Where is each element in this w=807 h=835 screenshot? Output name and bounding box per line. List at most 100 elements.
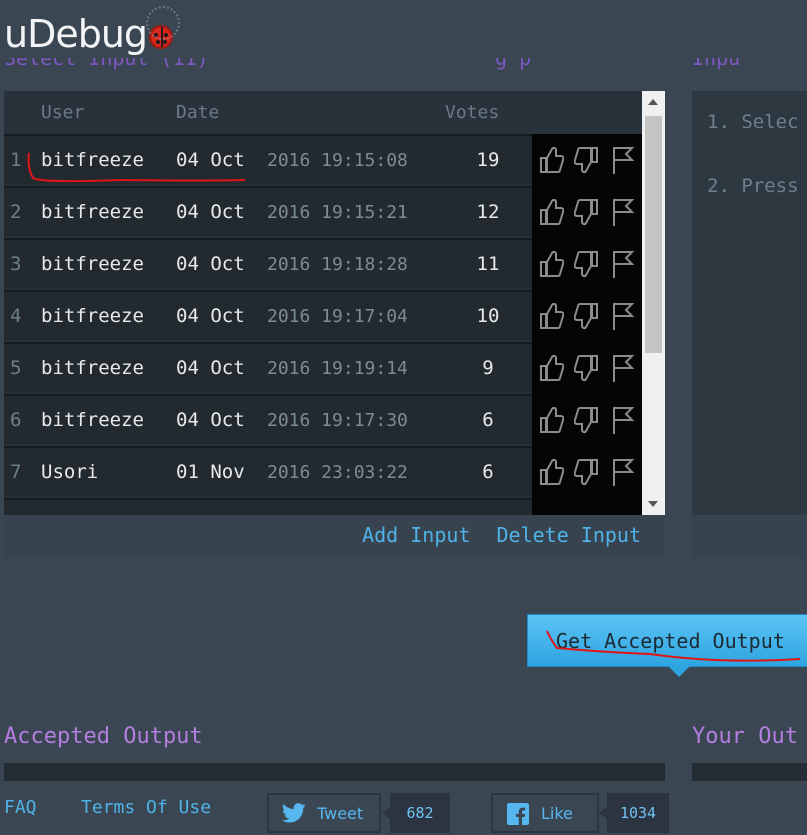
flag-icon[interactable] bbox=[610, 197, 636, 227]
row-date-time: 2016 19:15:08 bbox=[267, 150, 408, 171]
input-textarea[interactable]: 1. Selec 2. Press bbox=[692, 91, 807, 515]
delete-input-link[interactable]: Delete Input bbox=[497, 523, 642, 547]
header-user[interactable]: User bbox=[41, 102, 84, 123]
vote-icon-group bbox=[538, 145, 638, 179]
input-editor-panel: 1. Selec 2. Press bbox=[692, 91, 807, 558]
thumbs-up-icon[interactable] bbox=[538, 249, 564, 279]
row-date-day: 04 Oct bbox=[176, 201, 245, 223]
thumbs-down-icon[interactable] bbox=[574, 353, 600, 383]
tweet-count: 682 bbox=[382, 793, 450, 833]
header-votes[interactable]: Votes bbox=[445, 102, 499, 123]
row-user: bitfreeze bbox=[41, 149, 144, 171]
thumbs-up-icon[interactable] bbox=[538, 457, 564, 487]
thumbs-up-icon[interactable] bbox=[538, 405, 564, 435]
like-count: 1034 bbox=[599, 793, 669, 833]
row-date-day: 04 Oct bbox=[176, 149, 245, 171]
row-number: 1 bbox=[10, 149, 22, 171]
vote-icon-group bbox=[538, 249, 638, 283]
row-user: bitfreeze bbox=[41, 409, 144, 431]
facebook-like-button[interactable]: Like bbox=[491, 793, 599, 833]
flag-icon[interactable] bbox=[610, 457, 636, 487]
accepted-output-box[interactable] bbox=[4, 763, 665, 781]
row-date-time: 2016 19:19:14 bbox=[267, 358, 408, 379]
flag-icon[interactable] bbox=[610, 249, 636, 279]
table-scrollbar[interactable] bbox=[642, 91, 665, 515]
faq-link[interactable]: FAQ bbox=[4, 797, 37, 818]
row-date-time: 2016 23:03:22 bbox=[267, 462, 408, 483]
scroll-down-arrow-icon[interactable] bbox=[648, 501, 658, 507]
like-label: Like bbox=[541, 804, 573, 823]
thumbs-up-icon[interactable] bbox=[538, 301, 564, 331]
table-row-partial bbox=[4, 498, 532, 515]
row-date-time: 2016 19:18:28 bbox=[267, 254, 408, 275]
row-number: 2 bbox=[10, 201, 22, 223]
vote-icon-group bbox=[538, 353, 638, 387]
thumbs-down-icon[interactable] bbox=[574, 405, 600, 435]
row-votes: 12 bbox=[476, 201, 500, 223]
input-table: User Date Votes 1 bitfreeze 04 Oct 2016 19:… bbox=[4, 91, 665, 515]
flag-icon[interactable] bbox=[610, 405, 636, 435]
input-panel: User Date Votes 1 bitfreeze 04 Oct 2016 19:… bbox=[4, 91, 665, 558]
row-votes: 19 bbox=[476, 149, 500, 171]
row-user: bitfreeze bbox=[41, 305, 144, 327]
row-user: bitfreeze bbox=[41, 253, 144, 275]
row-date-day: 04 Oct bbox=[176, 253, 245, 275]
row-date-day: 04 Oct bbox=[176, 305, 245, 327]
header-date[interactable]: Date bbox=[176, 102, 219, 123]
thumbs-up-icon[interactable] bbox=[538, 197, 564, 227]
row-votes: 10 bbox=[476, 305, 500, 327]
row-date-day: 04 Oct bbox=[176, 409, 245, 431]
your-output-box[interactable] bbox=[692, 763, 807, 781]
row-votes: 6 bbox=[482, 409, 494, 431]
table-row[interactable]: 6 bitfreeze 04 Oct 2016 19:17:30 6 bbox=[4, 394, 532, 444]
thumbs-down-icon[interactable] bbox=[574, 457, 600, 487]
row-user: bitfreeze bbox=[41, 357, 144, 379]
table-row[interactable]: 2 bitfreeze 04 Oct 2016 19:15:21 12 bbox=[4, 186, 532, 236]
your-output-heading: Your Out bbox=[692, 724, 798, 749]
row-date-time: 2016 19:17:30 bbox=[267, 410, 408, 431]
get-accepted-output-button[interactable]: Get Accepted Output bbox=[527, 614, 807, 677]
vote-icon-group bbox=[538, 197, 638, 231]
add-input-link[interactable]: Add Input bbox=[362, 523, 470, 547]
row-number: 4 bbox=[10, 305, 22, 327]
get-accepted-output-label: Get Accepted Output bbox=[556, 629, 785, 653]
row-votes: 11 bbox=[476, 253, 500, 275]
row-date-time: 2016 19:15:21 bbox=[267, 202, 408, 223]
table-header: User Date Votes bbox=[4, 91, 642, 134]
accepted-output-heading: Accepted Output bbox=[4, 724, 203, 749]
scroll-thumb[interactable] bbox=[645, 116, 662, 353]
row-date-time: 2016 19:17:04 bbox=[267, 306, 408, 327]
thumbs-down-icon[interactable] bbox=[574, 249, 600, 279]
thumbs-up-icon[interactable] bbox=[538, 145, 564, 175]
table-row[interactable]: 5 bitfreeze 04 Oct 2016 19:19:14 9 bbox=[4, 342, 532, 392]
flag-icon[interactable] bbox=[610, 353, 636, 383]
thumbs-down-icon[interactable] bbox=[574, 301, 600, 331]
terms-of-use-link[interactable]: Terms Of Use bbox=[81, 797, 211, 818]
thumbs-down-icon[interactable] bbox=[574, 145, 600, 175]
facebook-icon bbox=[507, 803, 529, 825]
logo-decoration bbox=[146, 6, 180, 40]
thumbs-up-icon[interactable] bbox=[538, 353, 564, 383]
table-row[interactable]: 7 Usori 01 Nov 2016 23:03:22 6 bbox=[4, 446, 532, 496]
thumbs-down-icon[interactable] bbox=[574, 197, 600, 227]
row-user: bitfreeze bbox=[41, 201, 144, 223]
table-row[interactable]: 3 bitfreeze 04 Oct 2016 19:18:28 11 bbox=[4, 238, 532, 288]
flag-icon[interactable] bbox=[610, 301, 636, 331]
row-number: 7 bbox=[10, 461, 22, 483]
instruction-step-1: 1. Selec bbox=[707, 111, 799, 133]
logo-text: uDebug bbox=[4, 12, 148, 56]
tweet-button[interactable]: Tweet bbox=[267, 793, 381, 833]
scroll-up-arrow-icon[interactable] bbox=[648, 99, 658, 105]
row-number: 3 bbox=[10, 253, 22, 275]
twitter-bird-icon bbox=[281, 803, 306, 823]
row-date-day: 01 Nov bbox=[176, 461, 245, 483]
tweet-label: Tweet bbox=[317, 804, 364, 823]
flag-icon[interactable] bbox=[610, 145, 636, 175]
table-row[interactable]: 4 bitfreeze 04 Oct 2016 19:17:04 10 bbox=[4, 290, 532, 340]
row-number: 6 bbox=[10, 409, 22, 431]
table-row[interactable]: 1 bitfreeze 04 Oct 2016 19:15:08 19 bbox=[4, 134, 532, 184]
row-number: 5 bbox=[10, 357, 22, 379]
vote-icon-group bbox=[538, 457, 638, 491]
input-actions: Add Input Delete Input bbox=[348, 523, 641, 547]
row-date-day: 04 Oct bbox=[176, 357, 245, 379]
